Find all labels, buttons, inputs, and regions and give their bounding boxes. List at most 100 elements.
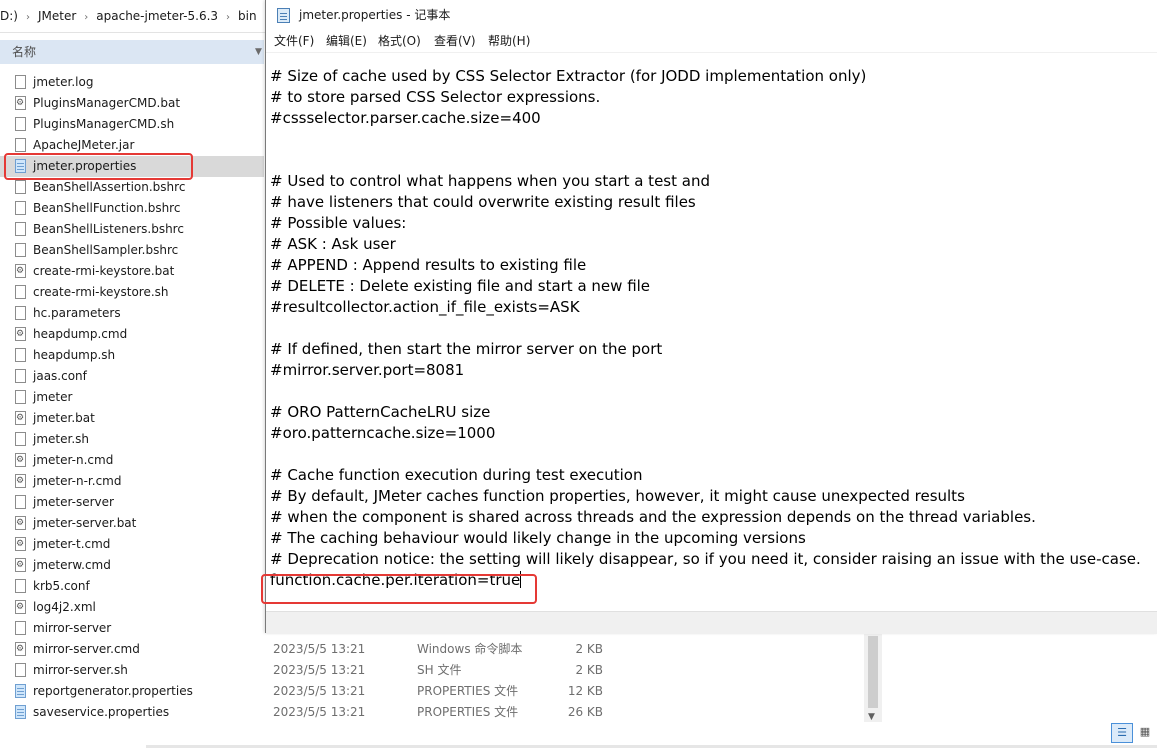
file-size: 26 KB [567,705,603,719]
chevron-right-icon: › [226,12,231,23]
scrollbar-thumb[interactable] [868,636,878,708]
file-name: create-rmi-keystore.bat [33,264,175,278]
text-line: # Used to control what happens when you … [270,171,710,192]
menu-bar: 文件(F) 编辑(E) 格式(O) 查看(V) 帮助(H) [266,31,1157,53]
script-file-icon [15,513,26,534]
text-line: # Possible values: [270,213,406,234]
text-line: # If defined, then start the mirror serv… [270,339,662,360]
file-name: jmeter-server [33,495,114,509]
file-name: BeanShellFunction.bshrc [33,201,181,215]
notepad-window: jmeter.properties - 记事本 文件(F) 编辑(E) 格式(O… [265,0,1157,634]
file-name: jaas.conf [33,369,87,383]
scroll-down-arrow-icon[interactable]: ▼ [868,712,875,722]
notepad-icon [277,8,290,23]
breadcrumb-drive[interactable]: D:) [0,0,18,32]
text-line: #mirror.server.port=8081 [270,360,464,381]
file-type: SH 文件 [417,663,462,677]
text-line-content: # Possible values: [270,214,407,232]
text-line-content: #cssselector.parser.cache.size=400 [270,109,541,127]
text-line-content: # Size of cache used by CSS Selector Ext… [270,67,867,85]
file-date: 2023/5/5 13:21 [273,663,366,677]
text-line-content: # DELETE : Delete existing file and star… [270,277,651,295]
file-icon [15,432,26,446]
file-name: heapdump.cmd [33,327,128,341]
text-line: #oro.patterncache.size=1000 [270,423,495,444]
file-row[interactable]: mirror-server.sh 2023/5/5 13:21 SH 文件 2 KB [0,660,880,681]
text-line-content: # Used to control what happens when you … [270,172,710,190]
text-line-content: # By default, JMeter caches function pro… [270,487,965,505]
text-line-content: # ASK : Ask user [270,235,396,253]
menu-help[interactable]: 帮助(H) [488,31,530,52]
file-row[interactable]: mirror-server.cmd 2023/5/5 13:21 Windows 命… [0,639,880,660]
file-icon [15,243,26,257]
menu-file[interactable]: 文件(F) [274,31,314,52]
text-line-content: #mirror.server.port=8081 [270,361,465,379]
text-line-content: # If defined, then start the mirror serv… [270,340,663,358]
file-name: saveservice.properties [33,705,170,719]
menu-format[interactable]: 格式(O) [378,31,421,52]
text-editor[interactable]: # Size of cache used by CSS Selector Ext… [266,66,1157,610]
file-name: BeanShellSampler.bshrc [33,243,179,257]
text-line-content: #oro.patterncache.size=1000 [270,424,496,442]
properties-file-icon [15,705,26,719]
file-name: jmeter.sh [33,432,89,446]
script-file-icon [15,261,26,282]
chevron-down-icon[interactable]: ▼ [255,40,262,64]
file-name: reportgenerator.properties [33,684,193,698]
vertical-scrollbar[interactable]: ▼ [864,632,882,724]
file-icon [15,495,26,509]
file-name: mirror-server.cmd [33,642,140,656]
script-file-icon [15,93,26,114]
text-line: # have listeners that could overwrite ex… [270,192,696,213]
text-line: # APPEND : Append results to existing fi… [270,255,586,276]
breadcrumb-jmeter[interactable]: JMeter [38,0,76,32]
text-line: #cssselector.parser.cache.size=400 [270,108,541,129]
file-name: BeanShellListeners.bshrc [33,222,184,236]
file-name: log4j2.xml [33,600,96,614]
status-bar [0,722,1157,748]
text-line-content: # Deprecation notice: the setting will l… [270,550,1141,568]
text-line: # Cache function execution during test e… [270,465,643,486]
file-date: 2023/5/5 13:21 [273,684,366,698]
script-file-icon [15,597,26,618]
file-icon [15,138,26,152]
script-file-icon [15,324,26,345]
text-line: # ASK : Ask user [270,234,396,255]
text-line: # ORO PatternCacheLRU size [270,402,490,423]
file-icon [15,348,26,362]
file-type: Windows 命令脚本 [417,642,523,656]
file-date: 2023/5/5 13:21 [273,642,366,656]
menu-view[interactable]: 查看(V) [434,31,476,52]
script-file-icon [15,639,26,660]
file-name: PluginsManagerCMD.sh [33,117,175,131]
text-line: # Size of cache used by CSS Selector Ext… [270,66,866,87]
column-header-name[interactable]: 名称 ▼ [0,40,264,64]
text-line-content: # when the component is shared across th… [270,508,1036,526]
file-size: 2 KB [575,642,603,656]
script-file-icon [15,471,26,492]
file-row[interactable]: saveservice.properties 2023/5/5 13:21 PROP… [0,702,880,723]
text-line-content: # to store parsed CSS Selector expressio… [270,88,601,106]
highlight-box-selected-file [4,153,193,180]
window-title: jmeter.properties - 记事本 [299,8,451,22]
file-size: 2 KB [575,663,603,677]
horizontal-scrollbar[interactable] [266,611,1157,634]
breadcrumb-apache-jmeter[interactable]: apache-jmeter-5.6.3 [96,0,218,32]
file-name: jmeter-t.cmd [33,537,111,551]
file-icon [15,663,26,677]
text-line: # Deprecation notice: the setting will l… [270,549,1141,570]
details-view-icon[interactable]: ☰ [1111,723,1133,743]
menu-edit[interactable]: 编辑(E) [326,31,367,52]
large-icons-view-icon[interactable]: ▦ [1134,723,1156,743]
file-name: hc.parameters [33,306,121,320]
file-icon [15,285,26,299]
file-name: jmeter.log [33,75,94,89]
breadcrumb-bin[interactable]: bin [238,0,257,32]
file-row[interactable]: reportgenerator.properties 2023/5/5 13:21… [0,681,880,702]
text-line-content: # The caching behaviour would likely cha… [270,529,806,547]
chevron-right-icon: › [25,12,30,23]
file-name: jmeter-n-r.cmd [33,474,122,488]
file-name: heapdump.sh [33,348,116,362]
text-line: # By default, JMeter caches function pro… [270,486,965,507]
title-bar[interactable]: jmeter.properties - 记事本 [266,0,1157,31]
